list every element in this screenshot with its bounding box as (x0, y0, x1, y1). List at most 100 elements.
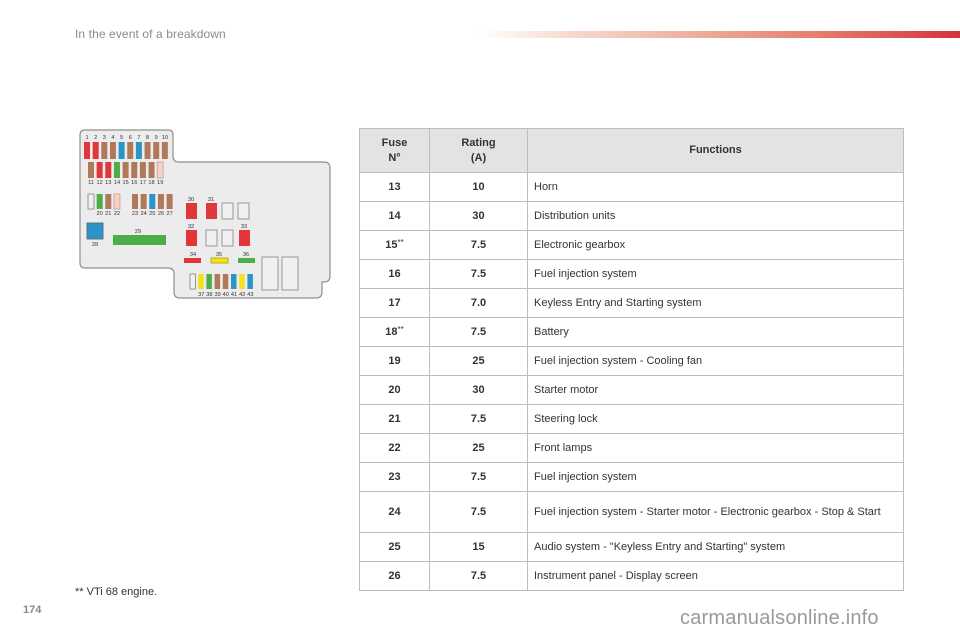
fuse-label: 2 (94, 135, 97, 141)
fuse-30 (186, 203, 197, 219)
fuse-label: 20 (97, 211, 103, 217)
fuse-label: 19 (157, 180, 163, 186)
fuse-label: 8 (146, 135, 149, 141)
fuse-box-diagram: 1 2 3 4 5 6 7 8 9 1011 12 13 14 15 16 17 18 1920 21 22 23 24 2… (79, 129, 331, 299)
fuse-label: 25 (149, 211, 155, 217)
fuse-number-cell: 25 (359, 532, 430, 562)
fuse-number-cell: 26 (359, 561, 430, 591)
fuse-35 (210, 257, 229, 264)
fuse-label: 22 (114, 211, 120, 217)
fuse-number: 13 (388, 181, 401, 193)
table-row: 13 10 Horn (359, 172, 904, 202)
rating-cell: 10 (429, 172, 528, 202)
function-cell: Front lamps (527, 433, 904, 463)
fuse-number: 25 (388, 541, 401, 553)
table-row: 18** 7.5 Battery (359, 317, 904, 347)
fuse-label: 30 (188, 197, 194, 203)
fuse-22 (113, 193, 121, 210)
fuse-20 (96, 194, 103, 209)
fuse-label: 17 (140, 180, 146, 186)
table-row: 15** 7.5 Electronic gearbox (359, 230, 904, 260)
fuse-label: 38 (206, 292, 212, 298)
table-row: 26 7.5 Instrument panel - Display screen (359, 561, 904, 591)
fuse-number: 18 (385, 326, 398, 338)
fuse-label: 42 (239, 292, 245, 298)
fuse-15 (122, 162, 129, 178)
table-row: 22 25 Front lamps (359, 433, 904, 463)
fuse-number-cell: 23 (359, 462, 430, 492)
fuse-number: 20 (388, 384, 401, 396)
fuse-14 (113, 162, 120, 178)
fuse-40 (222, 274, 229, 289)
fuse-28 (86, 222, 104, 240)
fuse-18 (148, 162, 155, 178)
fuse-label: 37 (198, 292, 204, 298)
fuse-number-cell: 14 (359, 201, 430, 231)
header-fuse-sublabel: N° (388, 151, 401, 164)
table-row: 23 7.5 Fuel injection system (359, 462, 904, 492)
fuse-number-cell: 22 (359, 433, 430, 463)
fuse-label: 26 (158, 211, 164, 217)
fuse-label: 12 (97, 180, 103, 186)
function-cell: Fuel injection system - Cooling fan (527, 346, 904, 376)
fuse-41 (231, 274, 237, 289)
fuse-number-cell: 24 (359, 491, 430, 533)
fuse-label: 34 (190, 252, 196, 258)
fuse-19 (156, 161, 164, 179)
fuse-38 (206, 274, 212, 289)
maxi-slot-empty (237, 202, 250, 220)
fuse-12 (96, 162, 103, 178)
header-rating-label: Rating (461, 136, 496, 149)
fuse-label: 11 (88, 180, 94, 186)
page-number: 174 (23, 604, 42, 616)
function-cell: Steering lock (527, 404, 904, 434)
fuse-16 (131, 162, 138, 178)
relay-slot-empty (261, 256, 279, 291)
function-cell: Horn (527, 172, 904, 202)
table-row: 16 7.5 Fuel injection system (359, 259, 904, 289)
fuse-number: 15 (385, 239, 398, 251)
fuse-34 (184, 258, 201, 263)
fuse-43 (247, 274, 253, 289)
fuse-label: 10 (162, 135, 168, 141)
fuse-label: 15 (122, 180, 128, 186)
table-row: 17 7.0 Keyless Entry and Starting system (359, 288, 904, 318)
function-cell: Fuel injection system (527, 462, 904, 492)
fuse-label: 41 (231, 292, 237, 298)
fuse-27 (166, 194, 173, 209)
rating-cell: 7.5 (429, 404, 528, 434)
fuse-label: 16 (131, 180, 137, 186)
fuse-33 (239, 230, 250, 246)
fuse-label: 9 (155, 135, 158, 141)
fuse-label: 40 (223, 292, 229, 298)
fuse-label: 18 (148, 180, 154, 186)
fuse-number: 19 (388, 355, 401, 367)
fuse-number: 21 (388, 413, 401, 425)
fuse-7 (135, 142, 142, 159)
fuse-table: Fuse N° Rating (A) Functions 13 10 Horn 14 3… (359, 128, 904, 591)
fuse-13 (105, 162, 112, 178)
fuse-number: 24 (388, 506, 401, 518)
fuse-label: 28 (92, 242, 98, 248)
rating-cell: 25 (429, 346, 528, 376)
fuse-label: 31 (208, 197, 214, 203)
fuse-11 (88, 162, 94, 178)
fuse-9 (153, 142, 160, 159)
fuse-number-cell: 17 (359, 288, 430, 318)
fuse-number: 17 (388, 297, 401, 309)
rating-cell: 7.5 (429, 491, 528, 533)
fuse-8 (144, 142, 151, 159)
function-cell: Fuel injection system (527, 259, 904, 289)
fuse-number: 16 (388, 268, 401, 280)
fuse-37 (198, 274, 204, 289)
rating-cell: 30 (429, 201, 528, 231)
fuse-24 (140, 194, 147, 209)
fuse-number: 22 (388, 442, 401, 454)
footnote: ** VTi 68 engine. (75, 586, 158, 598)
fuse-label: 36 (243, 252, 249, 258)
footnote-marker: ** (397, 325, 404, 334)
fuse-2 (92, 142, 99, 159)
fuse-26 (157, 194, 164, 209)
header-rating-sublabel: (A) (470, 151, 487, 164)
fuse-label: 43 (247, 292, 253, 298)
